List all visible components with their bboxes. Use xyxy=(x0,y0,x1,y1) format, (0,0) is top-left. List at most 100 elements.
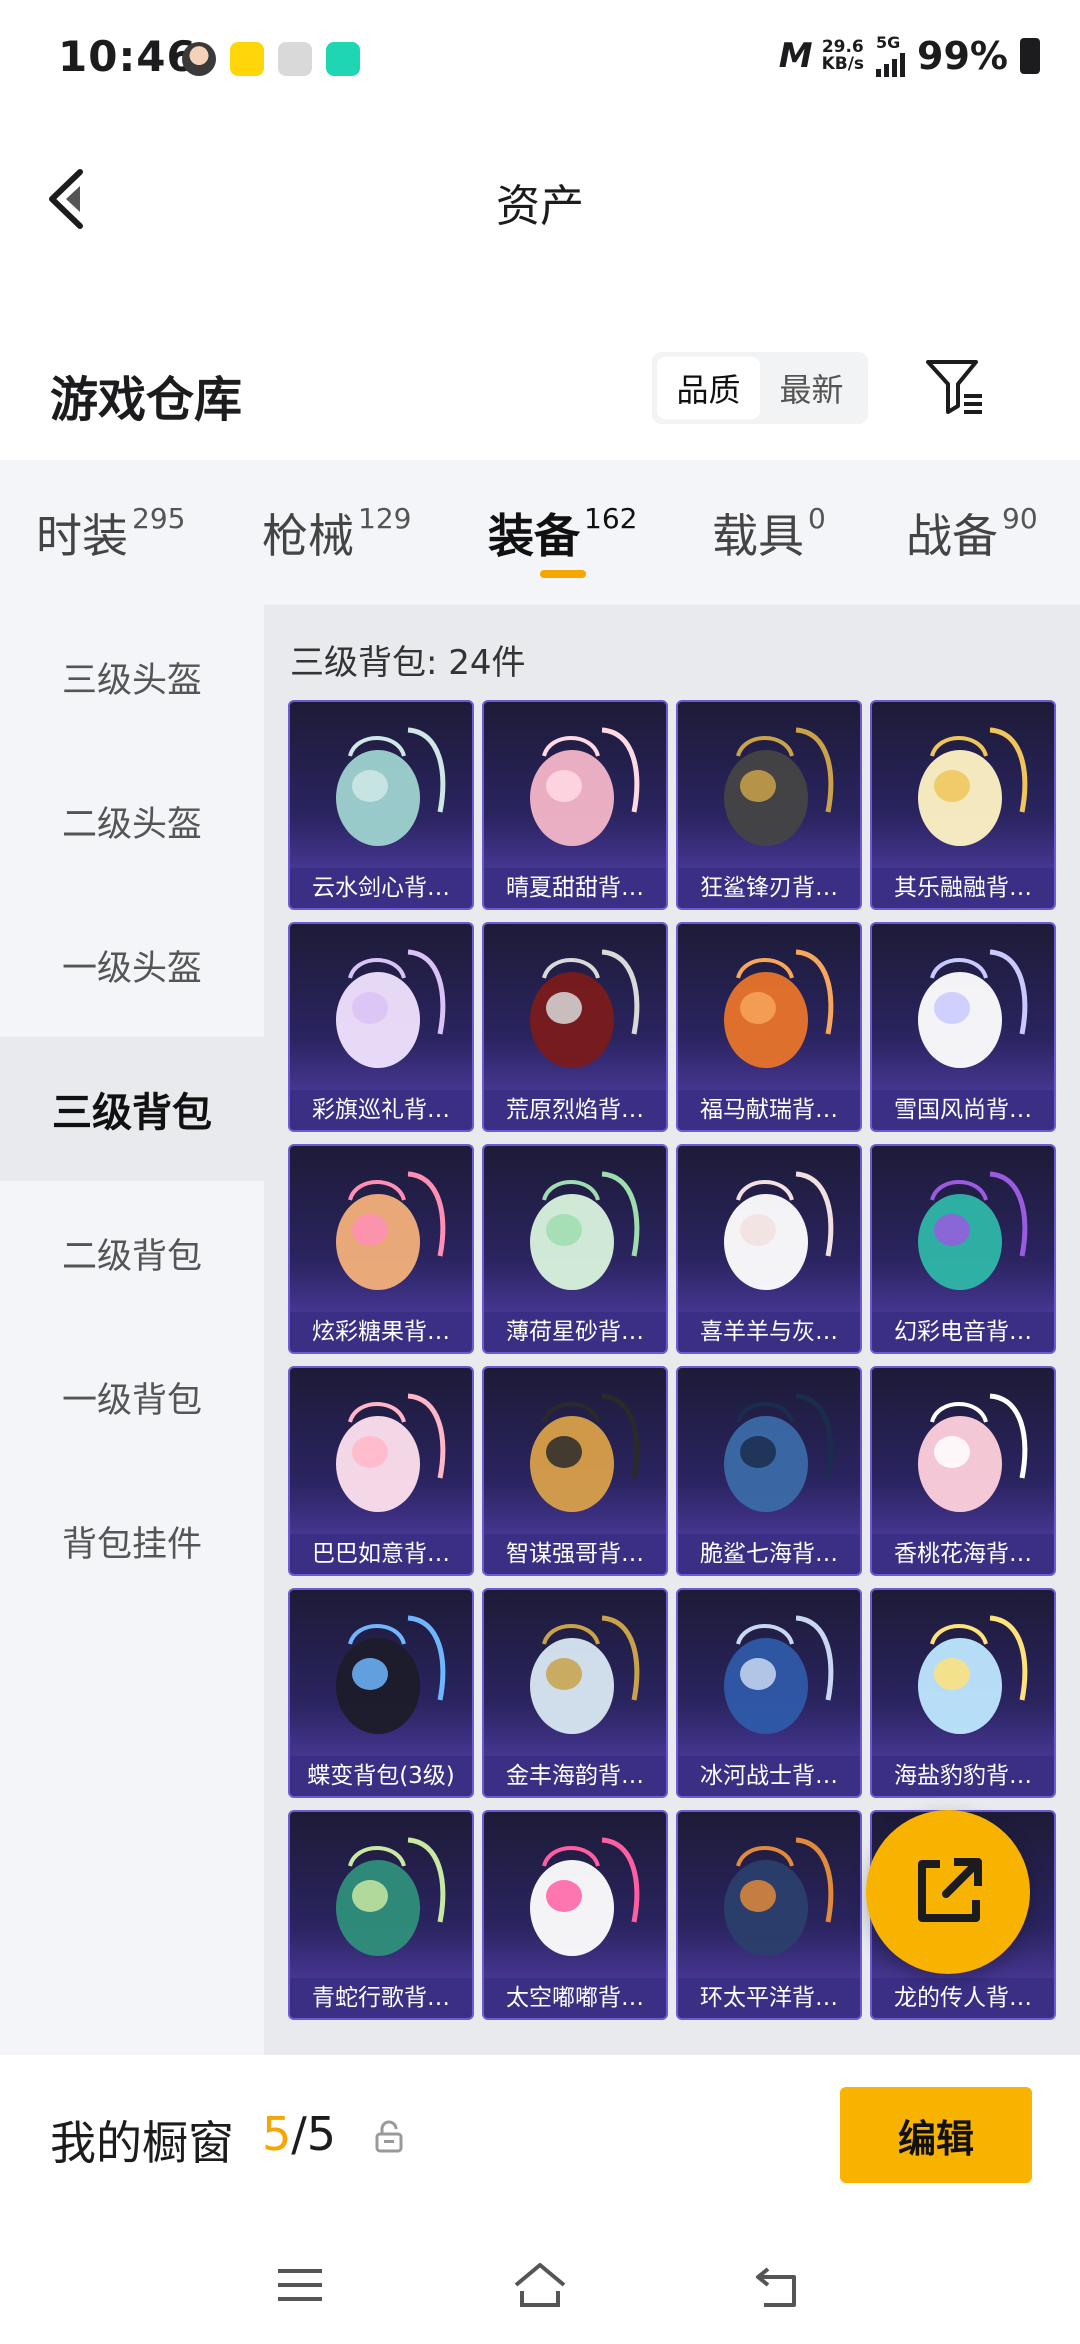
status-time: 10:46 xyxy=(58,32,197,81)
item-card-label: 狂鲨锋刃背… xyxy=(678,868,860,908)
backpack-icon xyxy=(336,949,446,1068)
item-card[interactable]: 彩旗巡礼背… xyxy=(288,922,474,1132)
avatar-notification-icon xyxy=(182,42,216,76)
item-card-label: 冰河战士背… xyxy=(678,1756,860,1796)
item-card-label: 金丰海韵背… xyxy=(484,1756,666,1796)
edit-button[interactable]: 编辑 xyxy=(840,2087,1032,2183)
tab-firearms[interactable]: 枪械 129 xyxy=(262,500,411,566)
sidebar-item-level1-helmet[interactable]: 一级头盔 xyxy=(0,893,264,1037)
backpack-icon xyxy=(918,727,1028,846)
showcase-count: 5/5 xyxy=(262,2107,336,2161)
tab-equipment[interactable]: 装备 162 xyxy=(488,500,637,566)
backpack-icon xyxy=(336,1615,446,1734)
item-card[interactable]: 环太平洋背… xyxy=(676,1810,862,2020)
warehouse-title: 游戏仓库 xyxy=(50,372,243,428)
item-card[interactable]: 巴巴如意背… xyxy=(288,1366,474,1576)
backpack-icon xyxy=(530,1615,640,1734)
item-card[interactable]: 狂鲨锋刃背… xyxy=(676,700,862,910)
settings-notification-icon xyxy=(278,42,312,76)
item-card[interactable]: 海盐豹豹背… xyxy=(870,1588,1056,1798)
item-card-label: 脆鲨七海背… xyxy=(678,1534,860,1574)
menu-icon xyxy=(278,2269,322,2301)
item-card[interactable]: 幻彩电音背… xyxy=(870,1144,1056,1354)
showcase-total: 5 xyxy=(306,2107,337,2161)
backpack-icon xyxy=(724,1171,834,1290)
status-indicators: M 29.6 KB/s 5G 99% xyxy=(779,34,1040,78)
backpack-icon xyxy=(724,1393,834,1512)
home-button[interactable] xyxy=(510,2255,570,2315)
item-card-label: 晴夏甜甜背… xyxy=(484,868,666,908)
sidebar-item-level2-helmet[interactable]: 二级头盔 xyxy=(0,749,264,893)
item-card-label: 环太平洋背… xyxy=(678,1978,860,2018)
category-tabs: 时装 295 枪械 129 装备 162 载具 0 战备 90 xyxy=(0,460,1080,605)
item-card-label: 龙的传人背… xyxy=(872,1978,1054,2018)
item-card[interactable]: 薄荷星砂背… xyxy=(482,1144,668,1354)
home-icon xyxy=(514,2263,566,2307)
item-card-label: 青蛇行歌背… xyxy=(290,1978,472,2018)
tab-label: 战备 xyxy=(906,509,998,563)
sort-toggle: 品质 最新 xyxy=(652,352,868,424)
tab-count: 129 xyxy=(358,502,412,535)
item-card[interactable]: 其乐融融背… xyxy=(870,700,1056,910)
item-card[interactable]: 脆鲨七海背… xyxy=(676,1366,862,1576)
item-card-label: 薄荷星砂背… xyxy=(484,1312,666,1352)
tab-count: 90 xyxy=(1002,502,1038,535)
sidebar-item-level1-backpack[interactable]: 一级背包 xyxy=(0,1325,264,1469)
backpack-icon xyxy=(918,1393,1028,1512)
back-arrow-icon xyxy=(756,2267,796,2307)
filter-button[interactable] xyxy=(924,356,984,416)
item-card[interactable]: 智谋强哥背… xyxy=(482,1366,668,1576)
external-share-icon xyxy=(918,1858,982,1922)
content-heading: 三级背包: 24件 xyxy=(290,643,526,683)
active-tab-indicator xyxy=(540,570,586,578)
sort-option-quality[interactable]: 品质 xyxy=(657,357,760,419)
tab-supplies[interactable]: 战备 90 xyxy=(906,500,1038,566)
signal-icon xyxy=(876,51,906,77)
sidebar-item-level2-backpack[interactable]: 二级背包 xyxy=(0,1181,264,1325)
item-card-label: 喜羊羊与灰… xyxy=(678,1312,860,1352)
menu-button[interactable] xyxy=(270,2255,330,2315)
sidebar-item-level3-helmet[interactable]: 三级头盔 xyxy=(0,605,264,749)
backpack-icon xyxy=(336,727,446,846)
signal-group: 5G xyxy=(876,33,906,77)
item-card-label: 彩旗巡礼背… xyxy=(290,1090,472,1130)
sidebar: 三级头盔 二级头盔 一级头盔 三级背包 二级背包 一级背包 背包挂件 xyxy=(0,605,264,2055)
backpack-icon xyxy=(724,1615,834,1734)
item-card[interactable]: 蝶变背包(3级) xyxy=(288,1588,474,1798)
sort-option-newest[interactable]: 最新 xyxy=(760,357,863,419)
item-card[interactable]: 云水剑心背… xyxy=(288,700,474,910)
tab-fashion[interactable]: 时装 295 xyxy=(36,500,185,566)
backpack-icon xyxy=(336,1171,446,1290)
showcase-label: 我的橱窗 xyxy=(50,2116,234,2170)
notification-icons xyxy=(182,42,360,76)
showcase-separator: / xyxy=(291,2107,307,2161)
tab-label: 装备 xyxy=(488,509,580,563)
item-card-label: 海盐豹豹背… xyxy=(872,1756,1054,1796)
item-card-label: 雪国风尚背… xyxy=(872,1090,1054,1130)
item-card[interactable]: 荒原烈焰背… xyxy=(482,922,668,1132)
item-card[interactable]: 冰河战士背… xyxy=(676,1588,862,1798)
item-card[interactable]: 福马献瑞背… xyxy=(676,922,862,1132)
tab-count: 295 xyxy=(132,502,186,535)
showcase-bar: 我的橱窗 5/5 编辑 xyxy=(0,2055,1080,2225)
item-card[interactable]: 雪国风尚背… xyxy=(870,922,1056,1132)
app-notification-icon xyxy=(230,42,264,76)
item-card[interactable]: 喜羊羊与灰… xyxy=(676,1144,862,1354)
tab-vehicles[interactable]: 载具 0 xyxy=(712,500,826,566)
tab-count: 162 xyxy=(584,502,638,535)
sidebar-item-backpack-charm[interactable]: 背包挂件 xyxy=(0,1469,264,1613)
item-card[interactable]: 香桃花海背… xyxy=(870,1366,1056,1576)
backpack-icon xyxy=(530,949,640,1068)
screen: 10:46 M 29.6 KB/s 5G 99% 资产 游戏仓库 品质 最新 时… xyxy=(0,0,1080,2344)
item-card[interactable]: 金丰海韵背… xyxy=(482,1588,668,1798)
item-card[interactable]: 晴夏甜甜背… xyxy=(482,700,668,910)
item-card[interactable]: 青蛇行歌背… xyxy=(288,1810,474,2020)
battery-icon xyxy=(1020,38,1040,74)
item-card[interactable]: 太空嘟嘟背… xyxy=(482,1810,668,2020)
item-card[interactable]: 炫彩糖果背… xyxy=(288,1144,474,1354)
sidebar-item-level3-backpack[interactable]: 三级背包 xyxy=(0,1037,264,1181)
share-fab-button[interactable] xyxy=(866,1810,1030,1974)
back-nav-button[interactable] xyxy=(750,2255,810,2315)
net-speed: 29.6 KB/s xyxy=(822,39,864,73)
network-type: 5G xyxy=(876,33,901,52)
